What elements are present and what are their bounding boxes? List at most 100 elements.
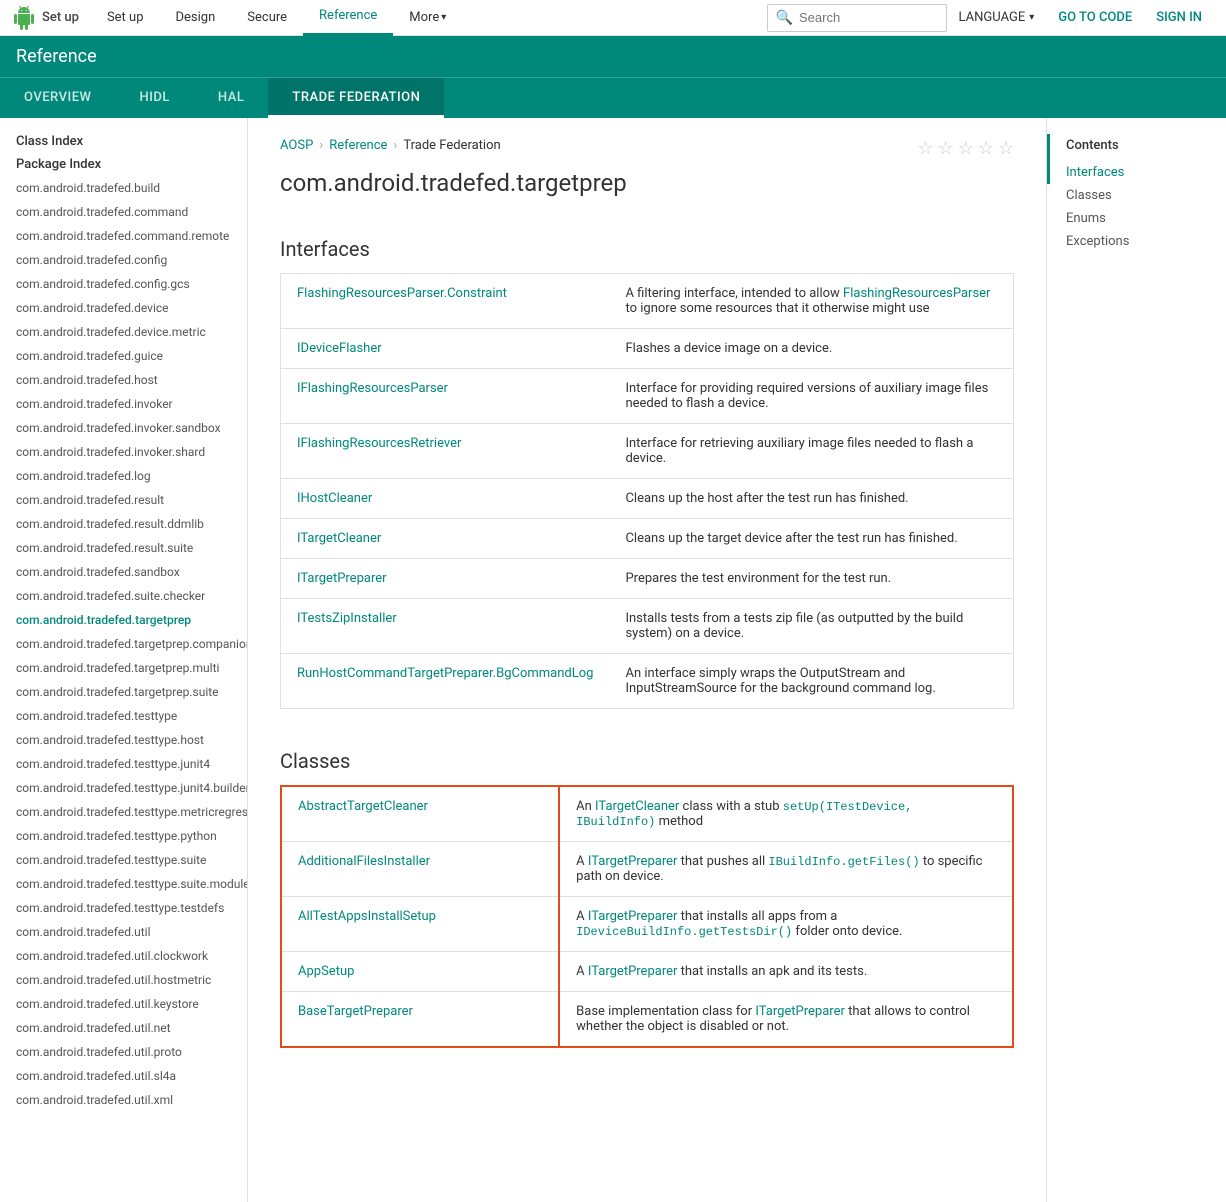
interface-desc-flashing-constraint: A filtering interface, intended to allow… bbox=[609, 274, 1013, 329]
sidebar-item-suite-checker[interactable]: com.android.tradefed.suite.checker bbox=[0, 584, 247, 608]
sidebar-item-testtype-suite[interactable]: com.android.tradefed.testtype.suite bbox=[0, 848, 247, 872]
star-5[interactable]: ☆ bbox=[998, 138, 1014, 159]
sidebar-item-util-proto[interactable]: com.android.tradefed.util.proto bbox=[0, 1040, 247, 1064]
sidebar-item-result[interactable]: com.android.tradefed.result bbox=[0, 488, 247, 512]
toc-item-classes[interactable]: Classes bbox=[1047, 184, 1226, 207]
sidebar-item-result-suite[interactable]: com.android.tradefed.result.suite bbox=[0, 536, 247, 560]
sidebar-item-device-metric[interactable]: com.android.tradefed.device.metric bbox=[0, 320, 247, 344]
sidebar-item-guice[interactable]: com.android.tradefed.guice bbox=[0, 344, 247, 368]
sidebar-item-testtype-suite-module[interactable]: com.android.tradefed.testtype.suite.modu… bbox=[0, 872, 247, 896]
main-content: AOSP › Reference › Trade Federation ☆ ☆ … bbox=[248, 118, 1046, 1202]
star-1[interactable]: ☆ bbox=[917, 138, 933, 159]
sidebar-item-testtype[interactable]: com.android.tradefed.testtype bbox=[0, 704, 247, 728]
sidebar-item-testtype-testdefs[interactable]: com.android.tradefed.testtype.testdefs bbox=[0, 896, 247, 920]
sign-in-button[interactable]: SIGN IN bbox=[1144, 0, 1214, 36]
sidebar-item-log[interactable]: com.android.tradefed.log bbox=[0, 464, 247, 488]
sidebar-item-invoker-shard[interactable]: com.android.tradefed.invoker.shard bbox=[0, 440, 247, 464]
sidebar: Class Index Package Index com.android.tr… bbox=[0, 118, 248, 1202]
sidebar-item-testtype-host[interactable]: com.android.tradefed.testtype.host bbox=[0, 728, 247, 752]
class-link-additionalfilesinstaller[interactable]: AdditionalFilesInstaller bbox=[298, 854, 430, 869]
sidebar-item-targetprep[interactable]: com.android.tradefed.targetprep bbox=[0, 608, 247, 632]
sidebar-item-util-net[interactable]: com.android.tradefed.util.net bbox=[0, 1016, 247, 1040]
nav-item-more[interactable]: More ▾ bbox=[393, 0, 462, 36]
nav-item-secure[interactable]: Secure bbox=[231, 0, 303, 36]
language-button[interactable]: LANGUAGE ▾ bbox=[947, 0, 1047, 36]
sidebar-item-config-gcs[interactable]: com.android.tradefed.config.gcs bbox=[0, 272, 247, 296]
breadcrumb-reference[interactable]: Reference bbox=[329, 138, 387, 153]
sidebar-item-util-xml[interactable]: com.android.tradefed.util.xml bbox=[0, 1088, 247, 1112]
breadcrumb-current: Trade Federation bbox=[403, 138, 500, 153]
interfaces-heading: Interfaces bbox=[280, 229, 1014, 261]
table-row: IHostCleaner Cleans up the host after th… bbox=[281, 479, 1014, 519]
interface-desc-ideviceflasher: Flashes a device image on a device. bbox=[609, 329, 1013, 369]
logo[interactable]: Set up bbox=[12, 6, 79, 30]
chevron-down-icon: ▾ bbox=[441, 0, 446, 36]
sidebar-item-command[interactable]: com.android.tradefed.command bbox=[0, 200, 247, 224]
sec-nav-overview[interactable]: OVERVIEW bbox=[0, 78, 115, 118]
sidebar-item-result-ddmlib[interactable]: com.android.tradefed.result.ddmlib bbox=[0, 512, 247, 536]
sidebar-item-testtype-junit4[interactable]: com.android.tradefed.testtype.junit4 bbox=[0, 752, 247, 776]
sidebar-item-testtype-metricregression[interactable]: com.android.tradefed.testtype.metricregr… bbox=[0, 800, 247, 824]
class-link-basetargetpreparer[interactable]: BaseTargetPreparer bbox=[298, 1004, 413, 1019]
breadcrumb-aosp[interactable]: AOSP bbox=[280, 138, 313, 153]
sidebar-item-util-sl4a[interactable]: com.android.tradefed.util.sl4a bbox=[0, 1064, 247, 1088]
sidebar-item-invoker[interactable]: com.android.tradefed.invoker bbox=[0, 392, 247, 416]
interface-link-flashing-constraint[interactable]: FlashingResourcesParser.Constraint bbox=[297, 286, 507, 301]
sidebar-item-util[interactable]: com.android.tradefed.util bbox=[0, 920, 247, 944]
sidebar-item-invoker-sandbox[interactable]: com.android.tradefed.invoker.sandbox bbox=[0, 416, 247, 440]
sidebar-item-util-clockwork[interactable]: com.android.tradefed.util.clockwork bbox=[0, 944, 247, 968]
interface-link-ideviceflasher[interactable]: IDeviceFlasher bbox=[297, 341, 382, 356]
interface-link-runhostcommand[interactable]: RunHostCommandTargetPreparer.BgCommandLo… bbox=[297, 666, 593, 681]
class-link-abstracttargetcleaner[interactable]: AbstractTargetCleaner bbox=[298, 799, 428, 814]
sidebar-item-util-hostmetric[interactable]: com.android.tradefed.util.hostmetric bbox=[0, 968, 247, 992]
go-to-code-button[interactable]: GO TO CODE bbox=[1046, 0, 1144, 36]
sidebar-item-util-keystore[interactable]: com.android.tradefed.util.keystore bbox=[0, 992, 247, 1016]
star-3[interactable]: ☆ bbox=[958, 138, 974, 159]
sidebar-item-sandbox[interactable]: com.android.tradefed.sandbox bbox=[0, 560, 247, 584]
star-2[interactable]: ☆ bbox=[937, 138, 953, 159]
sidebar-item-config[interactable]: com.android.tradefed.config bbox=[0, 248, 247, 272]
sidebar-item-host[interactable]: com.android.tradefed.host bbox=[0, 368, 247, 392]
interface-link-iflashingresourcesretriever[interactable]: IFlashingResourcesRetriever bbox=[297, 436, 461, 451]
sidebar-item-build[interactable]: com.android.tradefed.build bbox=[0, 176, 247, 200]
nav-items: Set up Design Secure Reference More ▾ bbox=[91, 0, 462, 36]
stars-rating[interactable]: ☆ ☆ ☆ ☆ ☆ bbox=[917, 138, 1014, 159]
toc-item-exceptions[interactable]: Exceptions bbox=[1047, 230, 1226, 253]
breadcrumb-sep2: › bbox=[393, 138, 397, 153]
sidebar-package-index-title[interactable]: Package Index bbox=[0, 153, 247, 176]
reference-bar: Reference bbox=[0, 36, 1226, 77]
toc-item-interfaces[interactable]: Interfaces bbox=[1047, 161, 1226, 184]
page-title: com.android.tradefed.targetprep bbox=[280, 169, 1014, 205]
interface-link-iflashingresourcesparser[interactable]: IFlashingResourcesParser bbox=[297, 381, 448, 396]
search-input[interactable] bbox=[799, 10, 939, 25]
sidebar-item-targetprep-multi[interactable]: com.android.tradefed.targetprep.multi bbox=[0, 656, 247, 680]
sidebar-item-targetprep-suite[interactable]: com.android.tradefed.targetprep.suite bbox=[0, 680, 247, 704]
sidebar-item-targetprep-companion[interactable]: com.android.tradefed.targetprep.companio… bbox=[0, 632, 247, 656]
sidebar-item-device[interactable]: com.android.tradefed.device bbox=[0, 296, 247, 320]
search-box[interactable]: 🔍 bbox=[767, 4, 947, 32]
table-row: IDeviceFlasher Flashes a device image on… bbox=[281, 329, 1014, 369]
class-desc-basetargetpreparer: Base implementation class for ITargetPre… bbox=[559, 992, 1013, 1048]
class-link-alltestappsinstallsetup[interactable]: AllTestAppsInstallSetup bbox=[298, 909, 436, 924]
sec-nav-trade-federation[interactable]: TRADE FEDERATION bbox=[268, 78, 444, 118]
interface-link-itestszipinstaller[interactable]: ITestsZipInstaller bbox=[297, 611, 397, 626]
star-4[interactable]: ☆ bbox=[978, 138, 994, 159]
interfaces-table: FlashingResourcesParser.Constraint A fil… bbox=[280, 273, 1014, 709]
sidebar-item-testtype-junit4-builder[interactable]: com.android.tradefed.testtype.junit4.bui… bbox=[0, 776, 247, 800]
interface-link-itargetcleaner[interactable]: ITargetCleaner bbox=[297, 531, 381, 546]
search-area: 🔍 LANGUAGE ▾ GO TO CODE SIGN IN bbox=[767, 0, 1214, 36]
sec-nav-hal[interactable]: HAL bbox=[194, 78, 268, 118]
sidebar-item-command-remote[interactable]: com.android.tradefed.command.remote bbox=[0, 224, 247, 248]
interface-link-itargetpreparer[interactable]: ITargetPreparer bbox=[297, 571, 387, 586]
sec-nav-hidl[interactable]: HIDL bbox=[115, 78, 193, 118]
nav-item-setup[interactable]: Set up bbox=[91, 0, 160, 36]
interface-link-ihostcleaner[interactable]: IHostCleaner bbox=[297, 491, 372, 506]
nav-item-reference[interactable]: Reference bbox=[303, 0, 393, 36]
sidebar-class-index-title[interactable]: Class Index bbox=[0, 126, 247, 153]
class-desc-alltestappsinstallsetup: A ITargetPreparer that installs all apps… bbox=[559, 897, 1013, 952]
nav-item-design[interactable]: Design bbox=[160, 0, 232, 36]
toc-item-enums[interactable]: Enums bbox=[1047, 207, 1226, 230]
class-link-appsetup[interactable]: AppSetup bbox=[298, 964, 354, 979]
sidebar-item-testtype-python[interactable]: com.android.tradefed.testtype.python bbox=[0, 824, 247, 848]
class-desc-abstracttargetcleaner: An ITargetCleaner class with a stub setU… bbox=[559, 786, 1013, 842]
